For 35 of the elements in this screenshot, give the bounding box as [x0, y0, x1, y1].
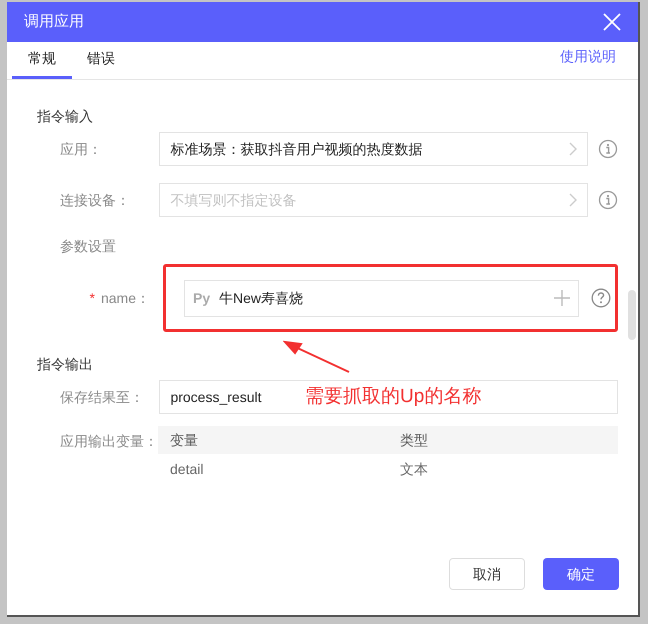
- column-header: 变量: [169, 430, 199, 450]
- required-mark: *: [90, 288, 95, 308]
- field-value: 牛New寿喜烧: [219, 288, 304, 308]
- close-icon[interactable]: [603, 13, 621, 31]
- section-title: 指令输入: [37, 107, 93, 126]
- select-field[interactable]: 标准场景：获取抖音用户视频的热度数据: [159, 132, 588, 166]
- help-icon[interactable]: [591, 288, 611, 308]
- tab[interactable]: 错误: [72, 41, 130, 79]
- plus-icon[interactable]: [554, 290, 570, 306]
- input-field[interactable]: Py 牛New寿喜烧: [184, 280, 579, 316]
- column-header: 类型: [399, 430, 429, 450]
- info-icon[interactable]: [598, 139, 618, 159]
- param-label: name：: [100, 288, 150, 308]
- section-title: 指令输出: [37, 355, 93, 374]
- field-label: 保存结果至：: [59, 388, 145, 406]
- scrollbar-thumb[interactable]: [628, 290, 636, 340]
- field-value: 标准场景：获取抖音用户视频的热度数据: [170, 140, 422, 158]
- tab[interactable]: 常规: [12, 41, 72, 79]
- window-title: 调用应用: [24, 12, 84, 32]
- prefix-label: Py: [193, 288, 212, 308]
- help-link[interactable]: 使用说明: [560, 46, 616, 67]
- confirm-button[interactable]: 确定: [543, 558, 619, 590]
- field-label: 应用输出变量：: [59, 432, 158, 451]
- info-icon[interactable]: [598, 190, 618, 210]
- annotation-text: 需要抓取的Up的名称: [305, 385, 482, 409]
- chevron-icon: [569, 142, 577, 156]
- table-cell-text: detail: [169, 460, 204, 478]
- chevron-icon: [569, 193, 577, 207]
- field-placeholder: 不填写则不指定设备: [170, 190, 296, 210]
- field-value: process_result: [170, 388, 262, 407]
- params-label: 参数设置: [60, 237, 116, 256]
- cancel-button[interactable]: 取消: [449, 558, 525, 590]
- field-label: 连接设备：: [59, 190, 131, 210]
- table-cell-text: 文本: [399, 460, 429, 478]
- field-label: 应用：: [59, 140, 103, 158]
